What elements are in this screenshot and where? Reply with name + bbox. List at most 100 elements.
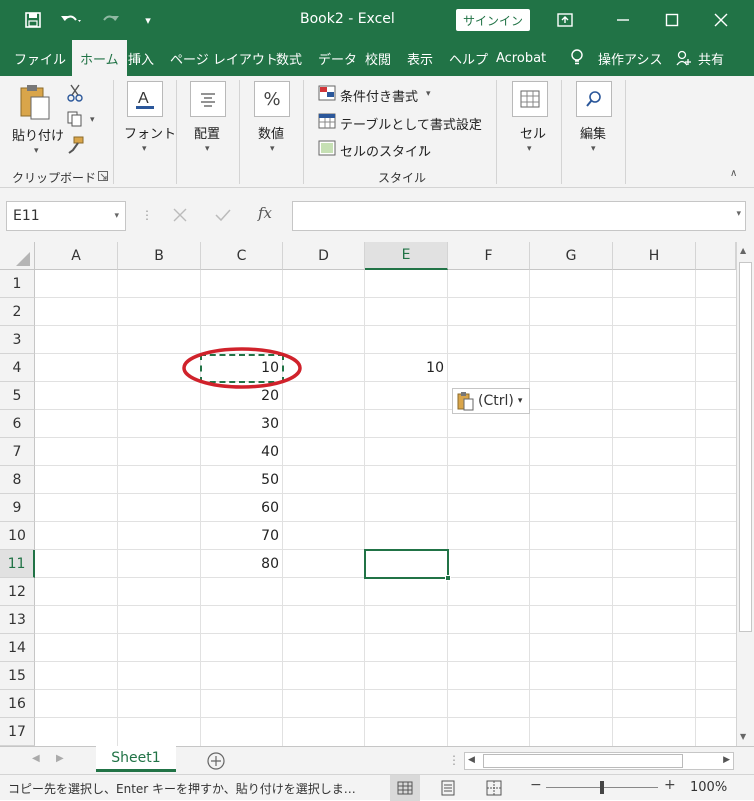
number-dropdown-icon[interactable]: ▾ <box>270 144 275 154</box>
cell-C7[interactable]: 40 <box>201 438 283 466</box>
row-header[interactable]: 8 <box>0 466 35 494</box>
expand-formula-bar-icon[interactable]: ▾ <box>736 209 741 219</box>
cell-C6[interactable]: 30 <box>201 410 283 438</box>
alignment-icon[interactable] <box>190 81 226 117</box>
column-header[interactable]: D <box>283 242 365 270</box>
clipboard-launcher-icon[interactable] <box>98 170 108 185</box>
horizontal-scroll-thumb[interactable] <box>483 754 683 768</box>
cell-styles-icon[interactable] <box>318 140 336 160</box>
cell-E4[interactable]: 10 <box>365 354 448 382</box>
tab-data[interactable]: データ <box>318 40 357 76</box>
column-header[interactable]: H <box>613 242 696 270</box>
font-icon[interactable]: A <box>127 81 163 117</box>
zoom-level[interactable]: 100% <box>690 780 727 795</box>
collapse-ribbon-icon[interactable]: ∧ <box>730 168 737 179</box>
column-header-selected[interactable]: E <box>365 242 448 270</box>
column-header[interactable]: F <box>448 242 530 270</box>
name-box[interactable]: E11 ▾ <box>6 201 126 231</box>
column-header[interactable]: C <box>201 242 283 270</box>
row-header[interactable]: 17 <box>0 718 35 746</box>
vertical-scrollbar[interactable]: ▲ ▼ <box>736 242 754 746</box>
format-as-table-icon[interactable] <box>318 113 336 133</box>
column-header-partial[interactable] <box>696 242 736 270</box>
close-icon[interactable] <box>706 8 736 32</box>
cell-C9[interactable]: 60 <box>201 494 283 522</box>
row-header[interactable]: 16 <box>0 690 35 718</box>
number-label[interactable]: 数値 <box>258 123 284 142</box>
tab-review[interactable]: 校閲 <box>365 40 391 76</box>
cells-label[interactable]: セル <box>520 123 546 142</box>
scroll-right-icon[interactable]: ▶ <box>723 755 730 765</box>
find-icon[interactable] <box>576 81 612 117</box>
tab-tell-me[interactable]: 操作アシス <box>598 40 662 76</box>
alignment-label[interactable]: 配置 <box>194 123 220 142</box>
zoom-out-icon[interactable]: − <box>530 777 542 793</box>
cells-dropdown-icon[interactable]: ▾ <box>527 144 532 154</box>
number-format-icon[interactable]: % <box>254 81 290 117</box>
new-sheet-icon[interactable] <box>206 751 226 775</box>
worksheet-grid[interactable]: A B C D E F G H 1 2 3 4 5 6 7 8 9 10 11 … <box>0 242 736 746</box>
cell-C8[interactable]: 50 <box>201 466 283 494</box>
sheet-prev-icon[interactable]: ◀ <box>32 753 40 764</box>
format-painter-icon[interactable] <box>66 136 84 158</box>
conditional-format-label[interactable]: 条件付き書式 <box>340 86 418 105</box>
sheet-tab-sheet1[interactable]: Sheet1 <box>96 746 176 772</box>
row-header[interactable]: 7 <box>0 438 35 466</box>
row-header[interactable]: 14 <box>0 634 35 662</box>
row-header[interactable]: 5 <box>0 382 35 410</box>
signin-button[interactable]: サインイン <box>456 9 530 31</box>
font-label[interactable]: フォント <box>124 123 176 142</box>
normal-view-icon[interactable] <box>390 775 420 801</box>
share-icon[interactable] <box>676 40 692 76</box>
page-break-view-icon[interactable] <box>486 780 502 800</box>
alignment-dropdown-icon[interactable]: ▾ <box>205 144 210 154</box>
ribbon-display-options-icon[interactable] <box>550 8 580 32</box>
maximize-icon[interactable] <box>657 8 687 32</box>
paste-dropdown-icon[interactable]: ▾ <box>34 146 39 156</box>
tab-home[interactable]: ホーム <box>72 40 127 76</box>
row-header[interactable]: 2 <box>0 298 35 326</box>
tab-help[interactable]: ヘルプ <box>449 40 488 76</box>
row-header[interactable]: 15 <box>0 662 35 690</box>
tab-view[interactable]: 表示 <box>407 40 433 76</box>
tab-acrobat[interactable]: Acrobat <box>496 40 546 76</box>
font-dropdown-icon[interactable]: ▾ <box>142 144 147 154</box>
row-header[interactable]: 3 <box>0 326 35 354</box>
row-header[interactable]: 9 <box>0 494 35 522</box>
zoom-in-icon[interactable]: + <box>664 777 676 793</box>
column-header[interactable]: B <box>118 242 201 270</box>
page-layout-view-icon[interactable] <box>440 780 456 800</box>
scroll-down-icon[interactable]: ▼ <box>740 732 746 741</box>
row-header[interactable]: 4 <box>0 354 35 382</box>
horizontal-scrollbar[interactable]: ◀ ▶ <box>464 752 734 770</box>
row-header[interactable]: 12 <box>0 578 35 606</box>
tab-file[interactable]: ファイル <box>14 40 66 76</box>
tell-me-icon[interactable] <box>570 40 584 76</box>
active-cell-E11[interactable] <box>364 549 451 581</box>
minimize-icon[interactable] <box>608 8 638 32</box>
cells-icon[interactable] <box>512 81 548 117</box>
row-header[interactable]: 13 <box>0 606 35 634</box>
format-as-table-label[interactable]: テーブルとして書式設定 <box>340 114 482 133</box>
tab-page-layout[interactable]: ページ レイアウト <box>170 40 278 76</box>
column-header[interactable]: A <box>35 242 118 270</box>
row-header-selected[interactable]: 11 <box>0 550 35 578</box>
editing-dropdown-icon[interactable]: ▾ <box>591 144 596 154</box>
customize-quick-access-icon[interactable]: ▾ <box>140 9 156 31</box>
scroll-up-icon[interactable]: ▲ <box>740 246 746 255</box>
tab-formulas[interactable]: 数式 <box>276 40 302 76</box>
scroll-left-icon[interactable]: ◀ <box>468 755 475 765</box>
row-header[interactable]: 6 <box>0 410 35 438</box>
cut-icon[interactable] <box>66 84 84 106</box>
redo-icon[interactable] <box>96 9 126 31</box>
vertical-scroll-thumb[interactable] <box>739 262 752 632</box>
save-icon[interactable] <box>22 9 44 31</box>
cancel-icon[interactable] <box>172 207 188 227</box>
cell-styles-label[interactable]: セルのスタイル <box>340 141 431 160</box>
cell-C11[interactable]: 80 <box>201 550 283 578</box>
tab-split-grip-icon[interactable]: ⋮ <box>448 753 460 767</box>
zoom-slider-thumb[interactable] <box>600 781 604 794</box>
editing-label[interactable]: 編集 <box>580 123 606 142</box>
insert-function-icon[interactable]: fx <box>258 204 272 222</box>
copy-dropdown-icon[interactable]: ▾ <box>90 115 95 125</box>
